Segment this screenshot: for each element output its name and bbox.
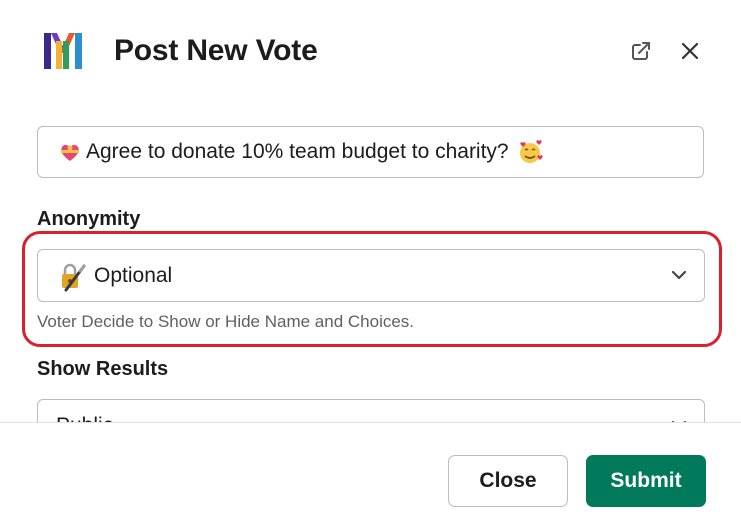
chevron-down-icon: [671, 270, 687, 280]
heart-with-ribbon-emoji: [61, 144, 79, 161]
anonymity-selected-value: Optional: [94, 263, 173, 287]
submit-button[interactable]: Submit: [586, 455, 706, 507]
smiling-face-with-hearts-emoji: [519, 140, 543, 163]
anonymity-label: Anonymity: [37, 208, 141, 230]
post-vote-modal: Post New Vote Agree to donate 10% team b…: [0, 0, 741, 531]
modal-title: Post New Vote: [114, 34, 318, 67]
vote-question-input[interactable]: Agree to donate 10% team budget to chari…: [37, 126, 704, 178]
modal-header: Post New Vote: [0, 0, 741, 100]
modal-footer: Close Submit: [0, 422, 741, 531]
external-link-icon: [632, 42, 650, 60]
app-logo-icon: [44, 33, 82, 69]
anonymity-hint: Voter Decide to Show or Hide Name and Ch…: [37, 312, 415, 331]
close-icon: [681, 42, 699, 60]
lock-with-pen-emoji: [62, 263, 86, 291]
anonymity-select[interactable]: Optional: [37, 249, 705, 302]
popout-button[interactable]: [626, 36, 656, 66]
vote-question-text: Agree to donate 10% team budget to chari…: [86, 140, 509, 163]
close-modal-button[interactable]: [675, 36, 705, 66]
close-button[interactable]: Close: [448, 455, 568, 507]
show-results-label: Show Results: [37, 358, 169, 380]
